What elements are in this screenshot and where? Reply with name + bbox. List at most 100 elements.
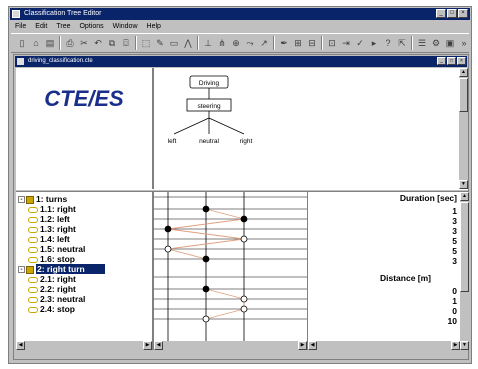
close-button[interactable]: × — [458, 9, 468, 18]
tree-item-label: 1.5: neutral — [40, 244, 86, 254]
scroll-right-arrow-icon[interactable]: ▶ — [298, 341, 307, 350]
tree-item[interactable]: 1.6: stop — [28, 254, 75, 264]
tree-horizontal-scrollbar[interactable]: ◀ ▶ — [16, 341, 152, 350]
tree-item-selected[interactable]: - 2: right turn — [18, 264, 105, 274]
minimize-button[interactable]: _ — [436, 9, 446, 18]
menu-file[interactable]: File — [15, 21, 26, 32]
align-icon[interactable]: ⊥ — [201, 36, 215, 50]
undo-icon[interactable]: ↶ — [91, 36, 105, 50]
connect-icon[interactable]: ⤳ — [243, 36, 257, 50]
tree-item-label: 1.4: left — [40, 234, 70, 244]
scroll-left-arrow-icon[interactable]: ◀ — [154, 341, 163, 350]
scroll-up-arrow-icon[interactable]: ▲ — [459, 68, 468, 77]
tree-item[interactable]: 2.2: right — [28, 284, 76, 294]
tree-item-label: 2.2: right — [40, 284, 76, 294]
scroll-left-arrow-icon[interactable]: ◀ — [308, 341, 317, 350]
scroll-down-arrow-icon[interactable]: ▼ — [459, 180, 468, 189]
duration-value: 3 — [452, 256, 457, 266]
help-icon[interactable]: ? — [381, 36, 395, 50]
combination-table-pane: ◀ ▶ — [154, 192, 307, 350]
menu-tree[interactable]: Tree — [56, 21, 70, 32]
duration-header: Duration [sec] — [399, 193, 457, 203]
tree-item[interactable]: 2.3: neutral — [28, 294, 85, 304]
tree-item[interactable]: 1.3: right — [28, 224, 76, 234]
selected-class-marker — [202, 285, 210, 293]
test-step-icon — [28, 256, 38, 263]
unselected-class-marker — [240, 295, 248, 303]
copy-icon[interactable]: ⧉ — [105, 36, 119, 50]
tree-item[interactable]: 1.5: neutral — [28, 244, 85, 254]
save-icon[interactable]: ▤ — [43, 36, 57, 50]
collapse-icon[interactable]: - — [18, 266, 25, 274]
test-step-icon — [28, 216, 38, 223]
next-icon[interactable]: ▸ — [367, 36, 381, 50]
paste-icon[interactable]: ⌼ — [119, 36, 133, 50]
pen-icon[interactable]: ✒ — [277, 36, 291, 50]
doc-minimize-button[interactable]: _ — [437, 57, 446, 65]
print-icon[interactable]: ⎙ — [63, 36, 77, 50]
document-window: driving_classification.cte _ □ × CTE/ES … — [13, 54, 469, 360]
menu-edit[interactable]: Edit — [35, 21, 47, 32]
tree-item[interactable]: 2.4: stop — [28, 304, 75, 314]
document-title-bar: driving_classification.cte _ □ × — [15, 56, 467, 67]
tree-item[interactable]: 1.4: left — [28, 234, 70, 244]
doc-close-button[interactable]: × — [457, 57, 466, 65]
add-node-icon[interactable]: ⊕ — [229, 36, 243, 50]
new-file-icon[interactable]: ▯ — [15, 36, 29, 50]
selected-class-marker — [202, 255, 210, 263]
cut-icon[interactable]: ✂ — [77, 36, 91, 50]
tree-item-label: 2: right turn — [36, 264, 105, 274]
table-horizontal-scrollbar[interactable]: ◀ ▶ — [154, 341, 307, 350]
tree-item[interactable]: - 1: turns — [18, 194, 67, 204]
tree-item[interactable]: 2.1: right — [28, 274, 76, 284]
maximize-button[interactable]: □ — [447, 9, 457, 18]
scroll-left-arrow-icon[interactable]: ◀ — [16, 341, 25, 350]
tree-layout-icon[interactable]: ⋔ — [215, 36, 229, 50]
menu-window[interactable]: Window — [113, 21, 138, 32]
doc-maximize-button[interactable]: □ — [447, 57, 456, 65]
tree-item[interactable]: 1.2: left — [28, 214, 70, 224]
class-label-right: right — [240, 138, 253, 145]
zoom-out-icon[interactable]: ⊟ — [305, 36, 319, 50]
select-icon[interactable]: ⬚ — [139, 36, 153, 50]
collapse-icon[interactable]: - — [18, 196, 25, 204]
insert-classification-icon[interactable]: ⋀ — [181, 36, 195, 50]
diagram-vertical-scrollbar[interactable]: ▲ ▼ — [459, 68, 468, 189]
test-step-icon — [28, 226, 38, 233]
pointer-help-icon[interactable]: ⇱ — [395, 36, 409, 50]
title-bar: Classification Tree Editor _ □ × — [10, 8, 470, 20]
scroll-thumb[interactable] — [459, 78, 468, 112]
sequence-icon[interactable]: ⇥ — [339, 36, 353, 50]
document-title: driving_classification.cte — [28, 58, 93, 64]
menu-options[interactable]: Options — [79, 21, 103, 32]
insert-class-icon[interactable]: ▭ — [167, 36, 181, 50]
scroll-right-arrow-icon[interactable]: ▶ — [451, 341, 460, 350]
draw-icon[interactable]: ✎ — [153, 36, 167, 50]
scroll-thumb[interactable] — [460, 202, 469, 292]
test-case-icon[interactable]: ⊡ — [325, 36, 339, 50]
tree-diagram-pane: Driving steering left neutral right ▲ ▼ — [154, 68, 468, 189]
distance-value: 10 — [447, 316, 457, 326]
signal-values-pane: Duration [sec] 1 3 3 5 5 3 Distance [m] … — [307, 192, 469, 350]
open-file-icon[interactable]: ⌂ — [29, 36, 43, 50]
check-icon[interactable]: ✓ — [353, 36, 367, 50]
scroll-down-arrow-icon[interactable]: ▼ — [460, 341, 469, 350]
zoom-in-icon[interactable]: ⊞ — [291, 36, 305, 50]
tree-item-label: 1.1: right — [40, 204, 76, 214]
values-horizontal-scrollbar[interactable]: ◀ ▶ — [308, 341, 460, 350]
combination-matrix — [154, 192, 307, 342]
arrow-icon[interactable]: ↗ — [257, 36, 271, 50]
options-icon[interactable]: ⚙ — [429, 36, 443, 50]
menu-help[interactable]: Help — [147, 21, 161, 32]
app-icon — [12, 10, 20, 18]
scroll-up-arrow-icon[interactable]: ▲ — [460, 192, 469, 201]
tree-item[interactable]: 1.1: right — [28, 204, 76, 214]
values-vertical-scrollbar[interactable]: ▲ ▼ — [460, 192, 469, 350]
more-icon[interactable]: » — [457, 36, 471, 50]
scroll-right-arrow-icon[interactable]: ▶ — [143, 341, 152, 350]
window-icon[interactable]: ▣ — [443, 36, 457, 50]
window-title: Classification Tree Editor — [24, 10, 102, 17]
tree-item-label: 2.1: right — [40, 274, 76, 284]
properties-icon[interactable]: ☰ — [415, 36, 429, 50]
distance-header: Distance [m] — [379, 273, 431, 283]
